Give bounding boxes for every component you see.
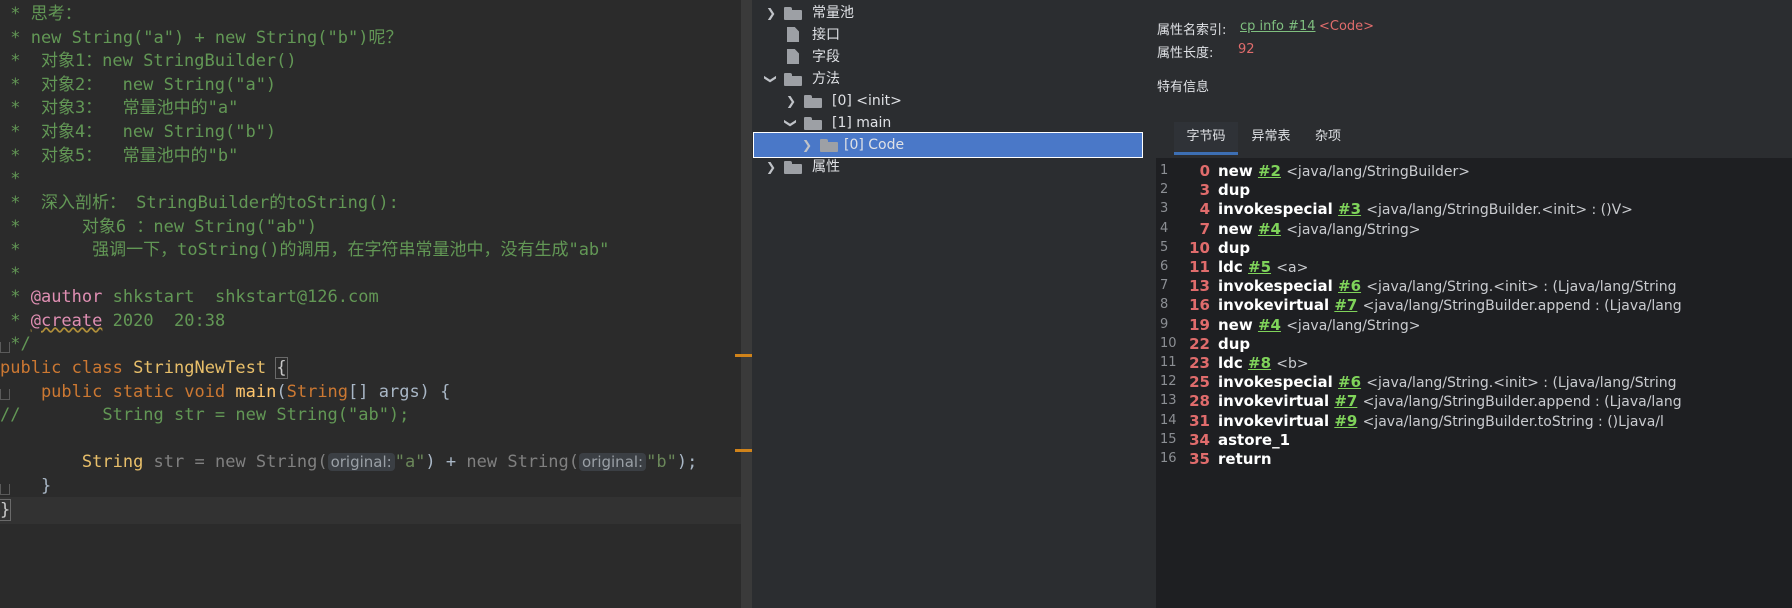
opcode-name: dup xyxy=(1218,238,1251,257)
opcode-name: ldc xyxy=(1218,258,1243,276)
code-line-author: * @author shkstart shkstart@126.com xyxy=(0,287,379,307)
opcode-name: new xyxy=(1218,315,1253,334)
opcode-name: invokevirtual xyxy=(1218,392,1330,411)
tab-exception-table[interactable]: 异常表 xyxy=(1240,122,1302,152)
opcode-name: invokespecial xyxy=(1218,277,1333,296)
constant-pool-ref-link[interactable]: #5 xyxy=(1248,258,1271,276)
constant-pool-ref-link[interactable]: #6 xyxy=(1338,277,1361,295)
opcode-name: invokespecial xyxy=(1218,200,1333,219)
constant-pool-ref-link[interactable]: #4 xyxy=(1258,220,1281,238)
folder-icon xyxy=(784,161,802,174)
tree-node-constant-pool[interactable]: ❯ 常量池 xyxy=(760,1,1140,25)
code-line: * 对象4： new String("b") xyxy=(0,122,277,142)
opcode-argument: <a> xyxy=(1276,260,1309,276)
code-line: * 思考： xyxy=(0,4,82,24)
opcode-argument: <java/lang/StringBuilder.append : (Ljava… xyxy=(1362,394,1682,411)
folder-icon xyxy=(820,139,838,152)
attr-name-index-label: 属性名索引: xyxy=(1157,23,1227,38)
opcode-name: invokespecial xyxy=(1218,373,1333,392)
tab-misc[interactable]: 杂项 xyxy=(1304,122,1352,152)
chevron-right-icon[interactable]: ❯ xyxy=(764,1,778,25)
parameter-hint: original: xyxy=(578,453,647,471)
file-icon xyxy=(787,27,799,42)
file-icon xyxy=(787,49,799,64)
line-number: 16 xyxy=(1160,451,1177,466)
fold-marker-icon[interactable] xyxy=(0,389,10,400)
constant-pool-ref-link[interactable]: #3 xyxy=(1338,200,1361,218)
attr-name-value: <Code> xyxy=(1319,19,1375,34)
tab-bytecode[interactable]: 字节码 xyxy=(1174,122,1238,155)
chevron-down-icon[interactable]: ❯ xyxy=(779,116,803,130)
tree-node-code[interactable]: ❯ [0] Code xyxy=(753,132,1143,158)
tree-node-methods[interactable]: ❯ 方法 xyxy=(760,67,1140,91)
parameter-hint: original: xyxy=(327,453,395,471)
constant-pool-ref-link[interactable]: #8 xyxy=(1248,354,1271,372)
chevron-down-icon[interactable]: ❯ xyxy=(759,72,783,86)
constant-pool-ref-link[interactable]: #7 xyxy=(1334,392,1357,410)
opcode-argument: <java/lang/StringBuilder.toString : ()Lj… xyxy=(1362,413,1664,430)
attr-length-label: 属性长度: xyxy=(1157,46,1214,61)
folder-icon xyxy=(784,7,802,20)
tree-node-method-main[interactable]: ❯ [1] main xyxy=(780,111,1140,135)
tree-node-interfaces[interactable]: 接口 xyxy=(760,23,1140,47)
folder-icon xyxy=(804,117,822,130)
code-line-current[interactable]: } xyxy=(0,497,744,524)
code-line: * 强调一下，toString()的调用，在字符串常量池中，没有生成"ab" xyxy=(0,240,610,260)
attribute-detail-panel: 属性名索引: cp info #14 <Code> 属性长度: 92 特有信息 … xyxy=(1152,0,1792,608)
chevron-right-icon[interactable]: ❯ xyxy=(784,89,798,113)
cp-info-link[interactable]: cp info #14 xyxy=(1240,19,1315,34)
folder-icon xyxy=(804,95,822,108)
opcode-name: invokevirtual xyxy=(1218,411,1330,430)
opcode-name: return xyxy=(1218,450,1272,468)
opcode: new #2 <java/lang/StringBuilder> xyxy=(1218,160,1470,183)
code-line: * xyxy=(0,169,21,189)
code-line: * 对象1：new StringBuilder() xyxy=(0,51,297,71)
code-line: * 对象5： 常量池中的"b" xyxy=(0,146,239,166)
tree-node-method-init[interactable]: ❯ [0] <init> xyxy=(780,89,1140,113)
tree-node-attributes[interactable]: ❯ 属性 xyxy=(760,155,1140,179)
bytecode-list[interactable]: 1 0 new #2 <java/lang/StringBuilder> 2 3 dup 3… xyxy=(1156,158,1792,608)
opcode-argument: <java/lang/StringBuilder.append : (Ljava… xyxy=(1362,298,1682,315)
opcode-argument: <java/lang/String.<init> : (Ljava/lang/S… xyxy=(1366,279,1677,296)
opcode-name: dup xyxy=(1218,334,1251,353)
code-line: // String str = new String("ab"); xyxy=(0,405,410,425)
specific-info-label: 特有信息 xyxy=(1157,80,1210,95)
opcode-name: dup xyxy=(1218,181,1251,200)
opcode-argument: <java/lang/StringBuilder.<init> : ()V> xyxy=(1366,202,1633,219)
editor-scrollbar[interactable] xyxy=(741,0,752,608)
code-line-create: * @create 2020 20:38 xyxy=(0,311,226,331)
code-line-statement: String str = new String(original: "a") + … xyxy=(81,452,698,472)
code-editor[interactable]: * 思考： * new String("a") + new String("b"… xyxy=(0,0,752,608)
code-line: * 对象3： 常量池中的"a" xyxy=(0,98,239,118)
opcode-argument: <b> xyxy=(1276,356,1309,372)
warning-marker[interactable] xyxy=(735,354,752,357)
opcode-name: astore_1 xyxy=(1218,430,1291,449)
opcode-name: new xyxy=(1218,162,1253,180)
chevron-right-icon[interactable]: ❯ xyxy=(800,133,814,157)
constant-pool-ref-link[interactable]: #9 xyxy=(1334,412,1357,430)
opcode-argument: <java/lang/String.<init> : (Ljava/lang/S… xyxy=(1366,375,1677,392)
opcode-argument: <java/lang/StringBuilder> xyxy=(1286,164,1470,180)
opcode-argument: <java/lang/String> xyxy=(1286,317,1421,334)
class-structure-tree[interactable]: ❯ 常量池 接口 字段 ❯ 方法 ❯ [0] <init> ❯ [1] main… xyxy=(752,0,1152,608)
opcode-name: new xyxy=(1218,219,1253,238)
opcode-name: ldc xyxy=(1218,354,1243,372)
opcode-name: invokevirtual xyxy=(1218,296,1330,315)
code-line: * 深入剖析： StringBuilder的toString(): xyxy=(0,193,399,213)
opcode-argument: <java/lang/String> xyxy=(1286,221,1421,238)
attr-length-value: 92 xyxy=(1238,42,1255,57)
tree-node-fields[interactable]: 字段 xyxy=(760,45,1140,69)
opcode: return xyxy=(1218,448,1272,470)
warning-marker[interactable] xyxy=(735,449,752,452)
bytecode-offset: 35 xyxy=(1189,450,1210,468)
constant-pool-ref-link[interactable]: #6 xyxy=(1338,373,1361,391)
chevron-right-icon[interactable]: ❯ xyxy=(764,155,778,179)
constant-pool-ref-link[interactable]: #7 xyxy=(1334,296,1357,314)
folder-icon xyxy=(784,73,802,86)
constant-pool-ref-link[interactable]: #4 xyxy=(1258,316,1281,334)
fold-marker-icon[interactable] xyxy=(0,342,10,353)
fold-marker-icon[interactable] xyxy=(0,484,10,495)
code-line-class-decl: public class StringNewTest { xyxy=(0,357,288,379)
constant-pool-ref-link[interactable]: #2 xyxy=(1258,162,1281,180)
